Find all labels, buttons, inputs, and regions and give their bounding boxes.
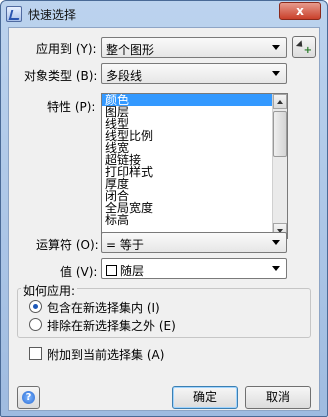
object-type-label: 对象类型 (B):	[24, 69, 98, 83]
color-swatch-icon	[106, 265, 117, 276]
how-to-apply-label: 如何应用:	[21, 282, 78, 299]
exclude-label[interactable]: 排除在新选择集之外 (E)	[47, 317, 176, 334]
quick-select-dialog: 快速选择 x 应用到 (Y): 整个图形 + 对象类型 (B): 多段线 特性 …	[0, 0, 328, 417]
exclude-radio[interactable]	[29, 318, 42, 331]
chevron-down-icon	[272, 45, 280, 50]
list-item[interactable]: 标高	[102, 214, 287, 226]
title-bar[interactable]: 快速选择 x	[1, 1, 327, 27]
append-checkbox[interactable]	[29, 347, 42, 360]
append-label[interactable]: 附加到当前选择集 (A)	[47, 346, 164, 363]
scroll-up-icon[interactable]	[273, 94, 287, 109]
dialog-title: 快速选择	[28, 8, 77, 22]
value-select[interactable]: 随层	[101, 258, 287, 279]
value-text: 随层	[120, 264, 145, 278]
ok-button[interactable]: 确定	[172, 386, 238, 409]
list-item[interactable]: 图层	[102, 106, 287, 118]
object-type-select[interactable]: 多段线	[101, 63, 287, 84]
help-icon: ?	[22, 391, 35, 404]
properties-label: 特性 (P):	[47, 100, 96, 114]
value-display: 随层	[106, 262, 144, 279]
list-item[interactable]: 线型比例	[102, 130, 287, 142]
dialog-body: 应用到 (Y): 整个图形 + 对象类型 (B): 多段线 特性 (P): 颜色…	[8, 27, 320, 411]
list-item[interactable]: 颜色	[102, 94, 287, 106]
list-item[interactable]: 打印样式	[102, 166, 287, 178]
select-objects-button[interactable]: +	[292, 36, 316, 58]
app-icon	[6, 6, 22, 22]
chevron-down-icon	[272, 240, 280, 245]
include-radio[interactable]	[29, 300, 42, 313]
value-label: 值 (V):	[60, 265, 98, 279]
chevron-down-icon	[272, 71, 280, 76]
list-item[interactable]: 厚度	[102, 178, 287, 190]
include-label[interactable]: 包含在新选择集内 (I)	[47, 299, 160, 316]
apply-to-select[interactable]: 整个图形	[101, 37, 287, 58]
help-button[interactable]: ?	[17, 386, 40, 409]
scroll-thumb[interactable]	[273, 111, 287, 157]
cancel-button[interactable]: 取消	[245, 386, 311, 409]
chevron-down-icon	[272, 266, 280, 271]
close-button[interactable]: x	[279, 2, 321, 20]
operator-label: 运算符 (O):	[36, 238, 99, 252]
list-item[interactable]: 全局宽度	[102, 202, 287, 214]
operator-select[interactable]: = 等于	[101, 232, 287, 253]
operator-value: = 等于	[106, 238, 144, 252]
list-scrollbar[interactable]	[272, 94, 287, 238]
plus-icon: +	[303, 45, 312, 56]
apply-to-value: 整个图形	[106, 43, 155, 57]
object-type-value: 多段线	[106, 69, 143, 83]
apply-to-label: 应用到 (Y):	[36, 42, 97, 56]
properties-list[interactable]: 颜色 图层 线型 线型比例 线宽 超链接 打印样式 厚度 闭合 全局宽度 标高	[101, 93, 288, 239]
